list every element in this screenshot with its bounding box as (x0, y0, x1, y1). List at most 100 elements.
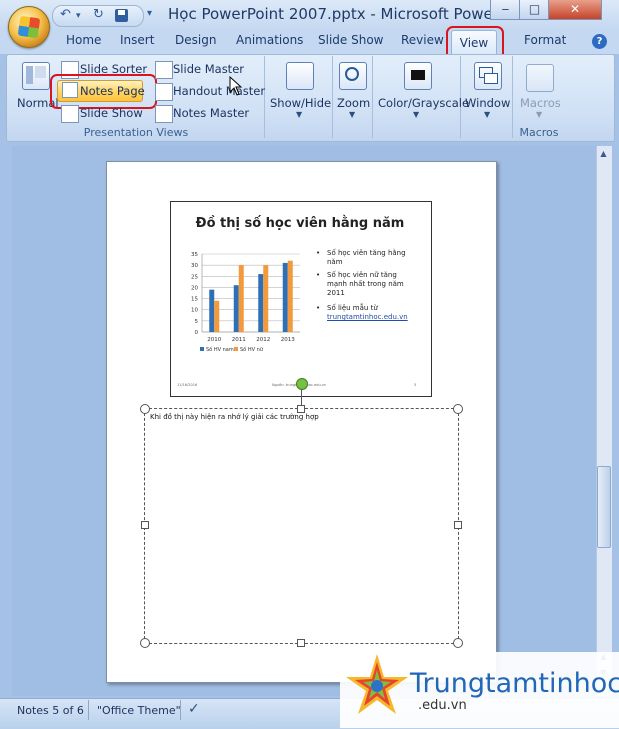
x-tick-label: 2013 (281, 337, 295, 343)
show-hide-icon (286, 62, 314, 90)
normal-view-icon (22, 62, 50, 90)
window-button[interactable]: Window (465, 96, 510, 110)
status-divider (88, 700, 89, 720)
y-tick-label: 35 (191, 252, 198, 258)
tab-insert[interactable]: Insert (120, 33, 154, 53)
legend-swatch (234, 347, 238, 351)
color-grayscale-icon (404, 62, 432, 90)
vertical-scrollbar[interactable] (596, 146, 612, 696)
scroll-thumb[interactable] (597, 466, 611, 548)
resize-handle-br[interactable] (453, 638, 463, 648)
status-divider-2 (180, 700, 181, 720)
window-title: Học PowerPoint 2007.pptx - Microsoft Pow… (168, 5, 520, 23)
spelling-check-icon[interactable]: ✓ (188, 701, 200, 717)
notes-placeholder[interactable] (144, 408, 459, 644)
resize-handle-top[interactable] (297, 405, 305, 413)
y-tick-label: 5 (195, 319, 199, 325)
y-tick-label: 15 (191, 297, 198, 303)
help-icon[interactable]: ? (592, 34, 607, 49)
bar-male (209, 289, 215, 332)
theme-status: "Office Theme" (97, 704, 181, 717)
tab-review[interactable]: Review (401, 33, 444, 53)
close-button[interactable]: ✕ (548, 0, 602, 20)
slide-bullet-2: Số học viên nữ tăng mạnh nhất trong năm … (327, 271, 404, 297)
undo-icon[interactable]: ↶ (60, 7, 71, 22)
slide-master-icon (155, 61, 173, 79)
y-tick-label: 0 (195, 330, 199, 336)
resize-handle-bottom[interactable] (297, 639, 305, 647)
tab-animations[interactable]: Animations (236, 33, 303, 53)
tab-design[interactable]: Design (175, 33, 216, 53)
slide-bullet-3: Số liệu mẫu từ trungtamtinhoc.edu.vn (327, 304, 408, 321)
notes-text[interactable]: Khi đồ thị này hiện ra nhớ lý giải các t… (150, 413, 319, 421)
save-icon[interactable] (115, 9, 128, 22)
color-grayscale-chevron-icon: ▼ (413, 110, 420, 119)
resize-handle-right[interactable] (454, 521, 462, 529)
handout-master-icon (155, 83, 173, 101)
resize-handle-tl[interactable] (140, 404, 150, 414)
bar-female (263, 265, 269, 332)
zoom-chevron-icon: ▼ (349, 110, 356, 119)
minimize-button[interactable]: ‒ (490, 0, 521, 20)
resize-handle-left[interactable] (141, 521, 149, 529)
undo-dropdown-icon[interactable]: ▾ (76, 11, 81, 21)
show-hide-chevron-icon: ▼ (296, 110, 303, 119)
bar-male (258, 274, 264, 332)
slide-footer-page: 5 (414, 383, 417, 387)
color-grayscale-button[interactable]: Color/Grayscale (378, 96, 469, 110)
legend-swatch (200, 347, 204, 351)
office-logo-icon (17, 15, 41, 39)
slide-count-status: Notes 5 of 6 (17, 704, 84, 717)
legend-label: Số HV nữ (240, 346, 264, 353)
slide-show-icon (61, 105, 79, 123)
y-tick-label: 10 (191, 308, 198, 314)
tab-slide-show[interactable]: Slide Show (318, 33, 383, 53)
notes-master-button[interactable]: Notes Master (173, 106, 249, 120)
customize-qat-icon[interactable]: ▾ (147, 8, 152, 19)
slide-title: Đồ thị số học viên hằng năm (195, 216, 405, 231)
macros-group-label: Macros (519, 126, 559, 139)
window-icon (474, 62, 502, 90)
resize-handle-tr[interactable] (453, 404, 463, 414)
bullet-dot-2: • (316, 271, 321, 279)
slide-master-button[interactable]: Slide Master (173, 62, 244, 76)
bar-male (282, 262, 288, 332)
macros-chevron-icon: ▼ (536, 110, 543, 119)
resize-handle-bl[interactable] (140, 638, 150, 648)
presentation-views-label: Presentation Views (83, 126, 189, 139)
zoom-button[interactable]: Zoom (337, 96, 370, 110)
macros-icon (526, 64, 554, 92)
watermark-domain: .edu.vn (418, 698, 467, 713)
bar-female (214, 300, 220, 332)
rotate-handle[interactable] (296, 378, 308, 390)
notes-page-highlight (50, 74, 157, 109)
y-tick-label: 25 (191, 274, 198, 280)
zoom-icon (339, 62, 367, 90)
redo-icon[interactable]: ↻ (93, 7, 104, 22)
bullet-dot-1: • (316, 249, 321, 257)
bar-female (238, 265, 244, 332)
tab-format[interactable]: Format (524, 33, 566, 53)
legend-label: Số HV nam (206, 346, 234, 353)
bar-chart: 0 5 10 15 20 25 30 35 2010 2011 2012 2013 Số HV nam S… (191, 252, 300, 353)
maximize-button[interactable]: □ (519, 0, 550, 20)
x-tick-label: 2012 (256, 337, 270, 343)
y-tick-label: 30 (191, 263, 198, 269)
slide-bullet-1: Số học viên tăng hằng năm (327, 249, 406, 266)
slide-link[interactable]: trungtamtinhoc.edu.vn (327, 313, 408, 321)
watermark-star-logo (346, 654, 408, 714)
window-chevron-icon: ▼ (484, 110, 491, 119)
watermark-brand: Trungtamtinhoc (410, 668, 619, 699)
bullet-dot-3: • (316, 304, 321, 312)
tab-home[interactable]: Home (66, 33, 101, 53)
office-button[interactable] (8, 6, 50, 48)
x-tick-label: 2011 (232, 337, 246, 343)
show-hide-button[interactable]: Show/Hide (270, 96, 331, 110)
slide-footer-date: 11/16/2016 (177, 383, 198, 387)
scroll-up-icon[interactable]: ▲ (598, 149, 609, 160)
handout-master-button[interactable]: Handout Master (173, 84, 265, 98)
slide-show-button[interactable]: Slide Show (80, 106, 143, 120)
x-tick-label: 2010 (207, 337, 221, 343)
notes-master-icon (155, 105, 173, 123)
macros-button[interactable]: Macros (520, 96, 561, 110)
